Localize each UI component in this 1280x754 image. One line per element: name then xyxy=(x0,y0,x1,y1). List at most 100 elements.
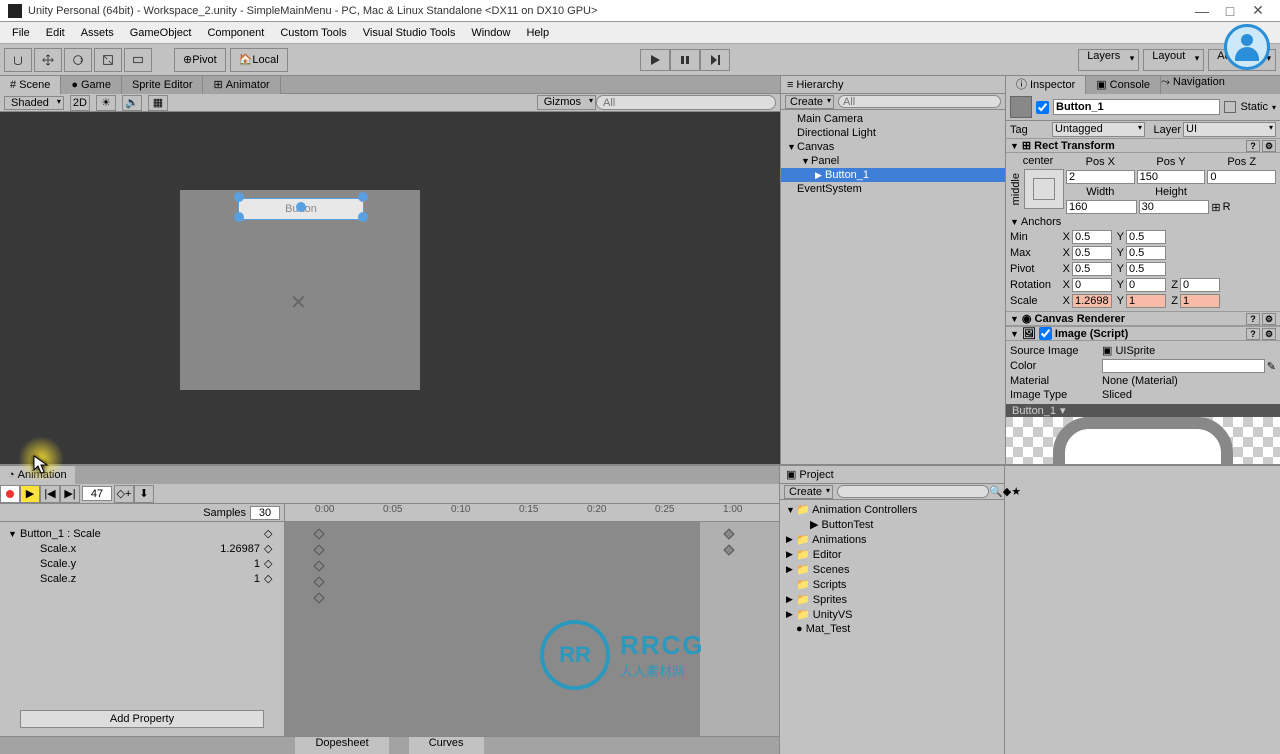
pause-button[interactable] xyxy=(670,49,700,71)
lighting-toggle[interactable]: ☀ xyxy=(96,95,116,111)
anchor-preset-button[interactable] xyxy=(1024,169,1064,209)
pivot-y[interactable] xyxy=(1126,262,1166,276)
play-button[interactable] xyxy=(640,49,670,71)
gear-icon[interactable]: ⚙ xyxy=(1262,140,1276,152)
project-item[interactable]: ▶📁 Sprites xyxy=(780,592,1004,607)
project-item[interactable]: ● Mat_Test xyxy=(780,622,1004,636)
animation-property[interactable]: Scale.x1.26987◇ xyxy=(4,541,280,556)
tab-inspector[interactable]: ⓘ Inspector xyxy=(1006,76,1086,94)
layout-dropdown[interactable]: Layout xyxy=(1143,49,1204,71)
keyframe-icon[interactable] xyxy=(313,592,324,603)
gizmos-dropdown[interactable]: Gizmos xyxy=(537,95,596,110)
scale-y[interactable] xyxy=(1126,294,1166,308)
anchors-label[interactable]: Anchors xyxy=(1021,216,1061,228)
posz-input[interactable] xyxy=(1207,170,1276,184)
gameobject-active-toggle[interactable] xyxy=(1036,101,1049,114)
local-toggle[interactable]: 🏠 Local xyxy=(230,48,288,72)
project-search[interactable] xyxy=(837,485,989,498)
tab-navigation[interactable]: ⤳ Navigation xyxy=(1161,76,1225,94)
menu-window[interactable]: Window xyxy=(463,27,518,39)
rotate-tool[interactable] xyxy=(64,48,92,72)
scene-view[interactable]: Button ✕ xyxy=(0,112,780,464)
dopesheet-tab[interactable]: Dopesheet xyxy=(295,737,388,754)
hierarchy-tab[interactable]: ≡ Hierarchy xyxy=(781,76,1005,94)
add-keyframe-button[interactable]: ◇+ xyxy=(114,485,134,503)
gear-icon[interactable]: ⚙ xyxy=(1262,328,1276,340)
tab-sprite-editor[interactable]: Sprite Editor xyxy=(122,76,204,94)
rot-x[interactable] xyxy=(1072,278,1112,292)
menu-gameobject[interactable]: GameObject xyxy=(122,27,200,39)
preview-header[interactable]: Button_1 ▾ xyxy=(1006,404,1280,417)
anchor-min-x[interactable] xyxy=(1072,230,1112,244)
image-type-dropdown[interactable]: Sliced xyxy=(1102,389,1276,401)
anchor-min-y[interactable] xyxy=(1126,230,1166,244)
hand-tool[interactable] xyxy=(4,48,32,72)
project-item[interactable]: 📁 Scripts xyxy=(780,577,1004,592)
next-key-button[interactable]: ▶| xyxy=(60,485,80,503)
help-icon[interactable]: ? xyxy=(1246,313,1260,325)
gear-icon[interactable]: ⚙ xyxy=(1262,313,1276,325)
tag-dropdown[interactable]: Untagged xyxy=(1052,122,1145,137)
record-button[interactable] xyxy=(0,485,20,503)
handle-icon[interactable] xyxy=(234,192,244,202)
keyframe-icon[interactable] xyxy=(723,544,734,555)
scale-x[interactable] xyxy=(1072,294,1112,308)
keyframe-icon[interactable] xyxy=(313,528,324,539)
hierarchy-search[interactable] xyxy=(838,95,1001,108)
eyedropper-icon[interactable]: ✎ xyxy=(1267,360,1276,373)
project-create[interactable]: Create xyxy=(784,485,833,499)
scale-tool[interactable] xyxy=(94,48,122,72)
project-item[interactable]: ▶📁 Editor xyxy=(780,547,1004,562)
hierarchy-item[interactable]: Main Camera xyxy=(781,112,1005,126)
hierarchy-item[interactable]: Directional Light xyxy=(781,126,1005,140)
add-property-button[interactable]: Add Property xyxy=(20,710,264,728)
keyframe-icon[interactable] xyxy=(313,544,324,555)
posx-input[interactable] xyxy=(1066,170,1135,184)
canvas-renderer-header[interactable]: ▼◉ Canvas Renderer ?⚙ xyxy=(1006,311,1280,326)
close-button[interactable]: ✕ xyxy=(1244,2,1272,19)
layers-dropdown[interactable]: Layers xyxy=(1078,49,1139,71)
rot-y[interactable] xyxy=(1126,278,1166,292)
project-tab[interactable]: ▣ Project xyxy=(780,466,1004,484)
minimize-button[interactable]: — xyxy=(1188,3,1216,19)
handle-icon[interactable] xyxy=(234,212,244,222)
timeline-body[interactable] xyxy=(285,522,779,736)
anim-play-button[interactable]: ▶ xyxy=(20,485,40,503)
shading-mode[interactable]: Shaded xyxy=(4,96,64,110)
animation-tab[interactable]: ◔ Animation xyxy=(0,466,75,484)
width-input[interactable] xyxy=(1066,200,1137,214)
animation-property[interactable]: ▼Button_1 : Scale◇ xyxy=(4,526,280,541)
layer-dropdown[interactable]: UI xyxy=(1183,122,1276,137)
tab-game[interactable]: ● Game xyxy=(61,76,122,94)
tab-console[interactable]: ▣ Console xyxy=(1086,76,1161,94)
anchor-max-y[interactable] xyxy=(1126,246,1166,260)
tab-scene[interactable]: # Scene xyxy=(0,76,61,94)
menu-file[interactable]: File xyxy=(4,27,38,39)
animation-property[interactable]: Scale.y1◇ xyxy=(4,556,280,571)
audio-toggle[interactable]: 🔊 xyxy=(122,95,142,111)
help-icon[interactable]: ? xyxy=(1246,328,1260,340)
source-image-field[interactable]: ▣ UISprite xyxy=(1102,344,1276,357)
menu-component[interactable]: Component xyxy=(199,27,272,39)
color-field[interactable] xyxy=(1102,359,1265,373)
keyframe-icon[interactable] xyxy=(313,560,324,571)
project-item[interactable]: ▶ ButtonTest xyxy=(780,517,1004,532)
handle-icon[interactable] xyxy=(358,192,368,202)
hierarchy-item[interactable]: ▼Panel xyxy=(781,154,1005,168)
project-item[interactable]: ▼📁 Animation Controllers xyxy=(780,502,1004,517)
curves-tab[interactable]: Curves xyxy=(409,737,484,754)
fx-toggle[interactable]: ▦ xyxy=(148,95,168,111)
rect-transform-header[interactable]: ▼⊞ Rect Transform ?⚙ xyxy=(1006,138,1280,153)
keyframe-icon[interactable] xyxy=(723,528,734,539)
frame-input[interactable] xyxy=(82,486,112,501)
timeline-ruler[interactable]: 0:000:050:100:150:200:251:00 xyxy=(285,504,779,522)
pivot-x[interactable] xyxy=(1072,262,1112,276)
search-filter-icon[interactable]: 🔍 xyxy=(989,485,1003,498)
blueprint-icon[interactable]: ⊞ xyxy=(1211,201,1220,214)
2d-toggle[interactable]: 2D xyxy=(70,95,90,111)
material-field[interactable]: None (Material) xyxy=(1102,375,1276,387)
menu-assets[interactable]: Assets xyxy=(73,27,122,39)
height-input[interactable] xyxy=(1139,200,1210,214)
hierarchy-item[interactable]: ▶Button_1 xyxy=(781,168,1005,182)
image-enabled[interactable] xyxy=(1039,327,1052,340)
